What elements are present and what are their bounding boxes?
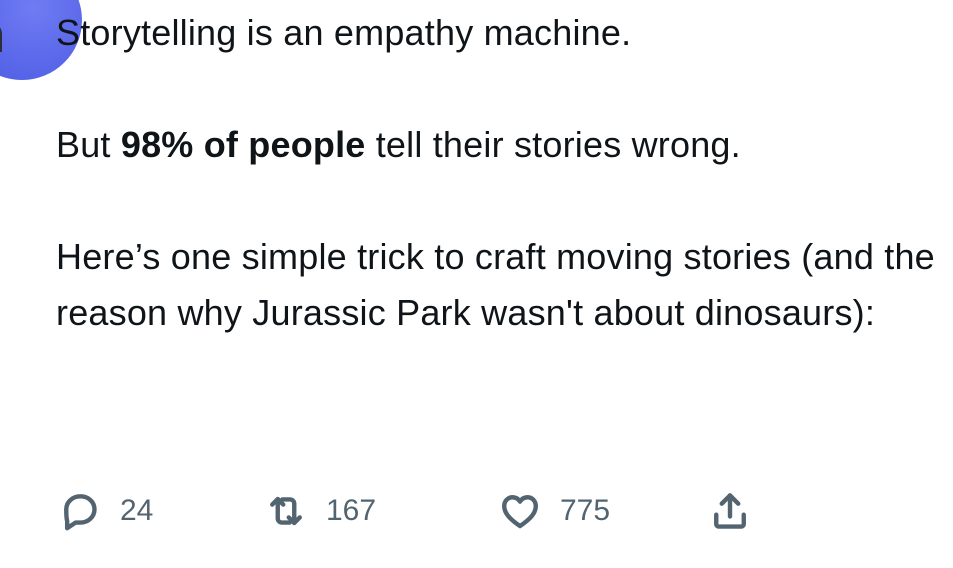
tweet-actions-bar: 24 167 775: [56, 483, 936, 539]
share-icon: [706, 487, 754, 535]
tweet-paragraph-2-prefix: But: [56, 124, 121, 165]
reply-button[interactable]: 24: [56, 483, 153, 539]
tweet-paragraph-2: But 98% of people tell their stories wro…: [56, 117, 936, 173]
tweet-paragraph-3: Here’s one simple trick to craft moving …: [56, 236, 935, 333]
tweet-paragraph-2-suffix: tell their stories wrong.: [365, 124, 741, 165]
retweet-button[interactable]: 167: [262, 483, 376, 539]
like-button[interactable]: 775: [496, 483, 610, 539]
reply-icon: [56, 487, 104, 535]
tweet-bold-stat: 98% of people: [120, 124, 366, 165]
share-button[interactable]: [706, 483, 754, 539]
like-count: 775: [560, 494, 611, 527]
reply-count: 24: [120, 494, 154, 527]
heart-icon: [496, 487, 544, 535]
tweet-paragraph-1: Storytelling is an empathy machine.: [56, 12, 632, 53]
retweet-count: 167: [326, 494, 377, 527]
avatar-photo-detail: [0, 22, 2, 52]
retweet-icon: [262, 487, 310, 535]
tweet-text: Storytelling is an empathy machine. But …: [56, 5, 936, 341]
